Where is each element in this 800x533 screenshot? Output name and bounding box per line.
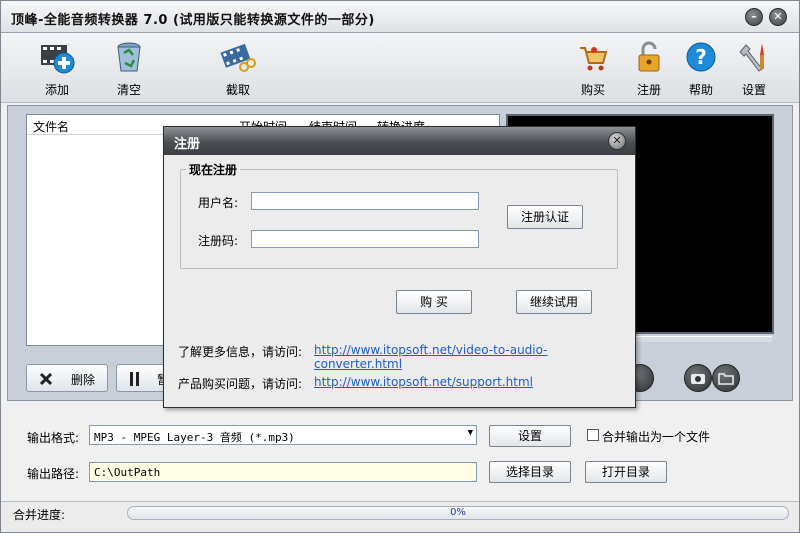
- dialog-close-icon[interactable]: ✕: [608, 132, 626, 150]
- add-button[interactable]: 添加: [27, 39, 87, 98]
- column-filename[interactable]: 文件名: [33, 118, 69, 135]
- info-link[interactable]: http://www.itopsoft.net/video-to-audio-c…: [314, 343, 635, 371]
- buy-label: 购买: [580, 83, 605, 97]
- chevron-down-icon: ▼: [467, 428, 473, 438]
- settings-label: 设置: [741, 83, 766, 97]
- output-format-label: 输出格式:: [27, 431, 80, 445]
- merge-progress-label: 合并进度:: [13, 508, 66, 522]
- open-folder-round-button[interactable]: [712, 364, 740, 392]
- registration-code-field[interactable]: [251, 230, 479, 248]
- merge-progress-bar: 0%: [127, 506, 789, 520]
- film-add-icon: [41, 45, 75, 74]
- verify-button[interactable]: 注册认证: [507, 205, 583, 229]
- snapshot-button[interactable]: [684, 364, 712, 392]
- delete-label: 删除: [71, 373, 96, 387]
- merge-label: 合并输出为一个文件: [602, 430, 711, 444]
- buy-info-label: 产品购买问题，请访问:: [178, 377, 303, 391]
- info-label: 了解更多信息，请访问:: [178, 345, 303, 359]
- add-label: 添加: [44, 83, 69, 97]
- capture-button[interactable]: 截取: [208, 39, 268, 98]
- pause-icon: [130, 372, 139, 386]
- clear-button[interactable]: 清空: [99, 39, 159, 98]
- choose-directory-button[interactable]: 选择目录: [489, 461, 571, 483]
- clear-label: 清空: [116, 83, 141, 97]
- output-format-select[interactable]: MP3 - MPEG Layer-3 音频 (*.mp3) ▼: [89, 425, 477, 445]
- progress-text: 0%: [450, 507, 466, 518]
- support-link[interactable]: http://www.itopsoft.net/support.html: [314, 375, 533, 389]
- output-path-value: C:\OutPath: [94, 466, 161, 479]
- help-label: 帮助: [688, 83, 713, 97]
- padlock-icon: [638, 41, 660, 72]
- code-label: 注册码:: [198, 234, 239, 248]
- output-path-field[interactable]: C:\OutPath: [89, 462, 477, 482]
- film-cut-icon: [220, 43, 256, 72]
- close-button[interactable]: ✕: [769, 8, 787, 26]
- register-button[interactable]: 注册: [619, 39, 679, 98]
- merge-checkbox[interactable]: [587, 429, 599, 441]
- buy-now-button[interactable]: 购 买: [396, 290, 472, 314]
- folder-icon: [718, 373, 734, 385]
- help-icon: ?: [686, 42, 716, 72]
- camera-icon: [691, 374, 705, 384]
- username-label: 用户名:: [198, 196, 239, 210]
- open-directory-button[interactable]: 打开目录: [585, 461, 667, 483]
- shopping-cart-icon: [580, 47, 608, 71]
- settings-button[interactable]: 设置: [724, 39, 784, 98]
- app-window: 顶峰-全能音频转换器 7.0 (试用版只能转换源文件的一部分) – ✕ 添加 清…: [0, 0, 800, 533]
- output-path-label: 输出路径:: [27, 467, 80, 481]
- minimize-button[interactable]: –: [745, 8, 763, 26]
- buy-button[interactable]: 购买: [563, 39, 623, 98]
- capture-label: 截取: [225, 83, 250, 97]
- dialog-title: 注册: [174, 137, 201, 152]
- register-dialog: 注册 ✕ 现在注册 用户名: 注册码: 注册认证 购 买 继续试用 了解更多信息…: [163, 126, 636, 408]
- svg-text:?: ?: [695, 45, 707, 69]
- help-button[interactable]: ? 帮助: [671, 39, 731, 98]
- output-format-value: MP3 - MPEG Layer-3 音频 (*.mp3): [94, 431, 295, 444]
- format-settings-button[interactable]: 设置: [489, 425, 571, 447]
- delete-button[interactable]: 删除: [26, 364, 108, 392]
- recycle-bin-icon: [117, 42, 141, 72]
- delete-icon: [39, 372, 53, 386]
- window-title: 顶峰-全能音频转换器 7.0 (试用版只能转换源文件的一部分): [11, 13, 375, 28]
- toolbar: 添加 清空 截取 购买 注册 ? 帮助 设置: [1, 33, 799, 103]
- title-bar: 顶峰-全能音频转换器 7.0 (试用版只能转换源文件的一部分) – ✕: [1, 1, 799, 33]
- username-field[interactable]: [251, 192, 479, 210]
- dialog-title-bar: 注册 ✕: [164, 127, 635, 155]
- tools-icon: [739, 43, 764, 72]
- register-group-title: 现在注册: [186, 161, 241, 178]
- register-label: 注册: [636, 83, 661, 97]
- continue-trial-button[interactable]: 继续试用: [516, 290, 592, 314]
